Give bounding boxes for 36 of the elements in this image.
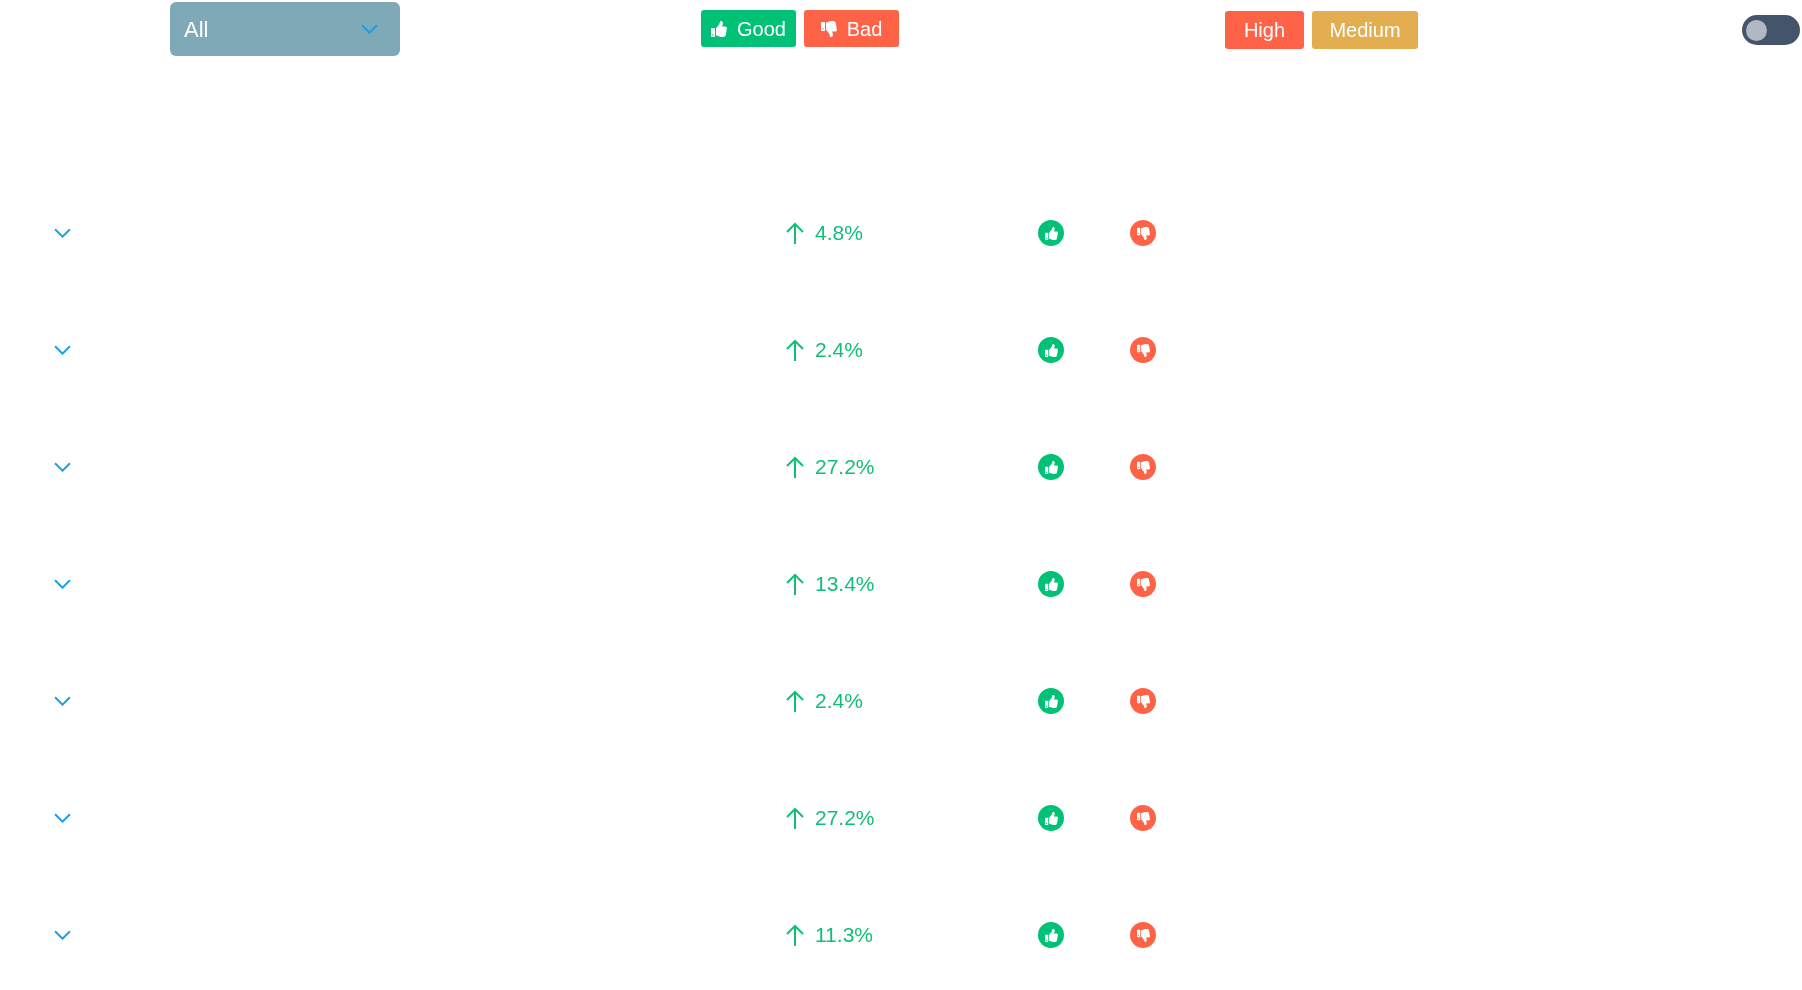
chevron-icon[interactable] <box>54 696 71 706</box>
chevron-icon[interactable] <box>54 813 71 823</box>
percent-change: 4.8% <box>815 220 863 247</box>
thumbs-down-icon[interactable] <box>1130 922 1156 948</box>
high-button[interactable]: High <box>1225 11 1304 49</box>
thumbs-up-icon[interactable] <box>1038 571 1064 597</box>
percent-change: 2.4% <box>815 688 863 715</box>
good-button[interactable]: Good <box>701 10 796 47</box>
thumbs-down-icon[interactable] <box>1130 805 1156 831</box>
chevron-icon[interactable] <box>54 579 71 589</box>
filter-dropdown[interactable]: All <box>170 2 400 56</box>
thumbs-down-icon[interactable] <box>1130 220 1156 246</box>
thumbs-up-icon[interactable] <box>1038 805 1064 831</box>
percent-change: 27.2% <box>815 805 875 832</box>
thumbs-down-icon[interactable] <box>1130 337 1156 363</box>
thumbs-down-icon <box>820 20 837 37</box>
thumbs-down-icon[interactable] <box>1130 454 1156 480</box>
percent-change: 27.2% <box>815 454 875 481</box>
percent-change: 2.4% <box>815 337 863 364</box>
toggle-switch[interactable] <box>1742 15 1800 45</box>
chevron-icon[interactable] <box>54 228 71 238</box>
chevron-icon[interactable] <box>54 930 71 940</box>
thumbs-up-icon[interactable] <box>1038 337 1064 363</box>
thumbs-up-icon <box>711 20 728 37</box>
medium-button[interactable]: Medium <box>1312 11 1418 49</box>
thumbs-up-icon[interactable] <box>1038 220 1064 246</box>
percent-change: 11.3% <box>815 922 873 949</box>
thumbs-up-icon[interactable] <box>1038 688 1064 714</box>
percent-change: 13.4% <box>815 571 875 598</box>
bad-button[interactable]: Bad <box>804 10 899 47</box>
chevron-icon[interactable] <box>54 462 71 472</box>
thumbs-down-icon[interactable] <box>1130 571 1156 597</box>
chevron-icon[interactable] <box>54 345 71 355</box>
thumbs-up-icon[interactable] <box>1038 922 1064 948</box>
thumbs-up-icon[interactable] <box>1038 454 1064 480</box>
thumbs-down-icon[interactable] <box>1130 688 1156 714</box>
